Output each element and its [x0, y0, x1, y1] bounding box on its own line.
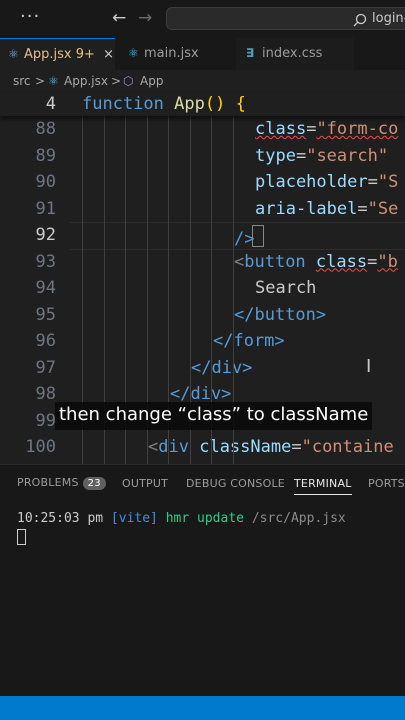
problems-count-badge: 23	[82, 477, 106, 490]
code-line: 4 function App() {	[45, 94, 246, 114]
code-line: 94 Search	[35, 278, 317, 298]
css-icon: ∃	[246, 46, 255, 60]
code-line: 96 </form>	[35, 331, 285, 351]
react-icon: ⚛	[48, 74, 59, 88]
tab-main-jsx[interactable]: ⚛ main.jsx	[120, 38, 232, 70]
breadcrumb-file[interactable]: App.jsx	[64, 74, 108, 88]
terminal-output-line: 10:25:03 pm [vite] hmr update /src/App.j…	[17, 511, 346, 526]
more-horizontal-icon[interactable]: ···	[20, 6, 40, 27]
status-bar	[0, 696, 405, 720]
modified-count: 9+	[75, 47, 95, 62]
sticky-scroll-line[interactable]: 4 function App() {	[0, 94, 405, 116]
code-line: 89 type="search"	[35, 145, 389, 166]
chevron-right-icon: >	[111, 74, 122, 88]
tab-index-css[interactable]: ∃ index.css	[236, 38, 354, 70]
editor-tabs: ⚛ App.jsx 9+ × ⚛ main.jsx ∃ index.css	[0, 38, 405, 71]
cube-icon: ⬡	[123, 74, 134, 88]
react-icon: ⚛	[8, 47, 19, 61]
chevron-right-icon: >	[35, 74, 46, 88]
arrow-left-icon[interactable]: ←	[112, 8, 126, 28]
mouse-ibeam-cursor: I	[366, 356, 372, 377]
code-line: 100 <div className="containe	[25, 437, 394, 457]
text-cursor	[252, 225, 265, 247]
tab-debug-console[interactable]: DEBUG CONSOLE	[186, 477, 285, 490]
code-line: 92 />	[0, 222, 405, 249]
react-icon: ⚛	[128, 46, 139, 60]
tab-output[interactable]: OUTPUT	[122, 477, 168, 490]
command-center-search[interactable]	[166, 7, 405, 30]
command-center-text: login-a	[372, 11, 405, 26]
tab-terminal[interactable]: TERMINAL	[294, 477, 352, 495]
video-caption: then change “class” to className	[55, 402, 373, 430]
code-line: 93 <button class="b	[35, 251, 398, 272]
title-bar: ··· ← → login-a	[0, 0, 405, 38]
tab-app-jsx[interactable]: ⚛ App.jsx 9+ ×	[0, 38, 115, 70]
code-line: 90 placeholder="S	[35, 172, 399, 192]
bottom-panel: PROBLEMS 23 OUTPUT DEBUG CONSOLE TERMINAL…	[0, 464, 405, 697]
code-line: 95 </button>	[35, 304, 327, 325]
tab-ports[interactable]: PORTS	[368, 477, 405, 490]
code-line: 91 aria-label="Se	[35, 198, 399, 219]
breadcrumb-folder[interactable]: src	[13, 74, 31, 88]
close-icon[interactable]: ×	[103, 47, 114, 62]
arrow-right-icon[interactable]: →	[138, 8, 152, 28]
tab-problems[interactable]: PROBLEMS 23	[17, 476, 106, 490]
search-icon	[353, 13, 367, 31]
code-line: 97 </div>	[35, 357, 253, 378]
terminal-cursor[interactable]	[17, 529, 26, 545]
code-line: 88 class="form-co	[35, 119, 399, 139]
breadcrumb-symbol[interactable]: App	[140, 74, 163, 88]
